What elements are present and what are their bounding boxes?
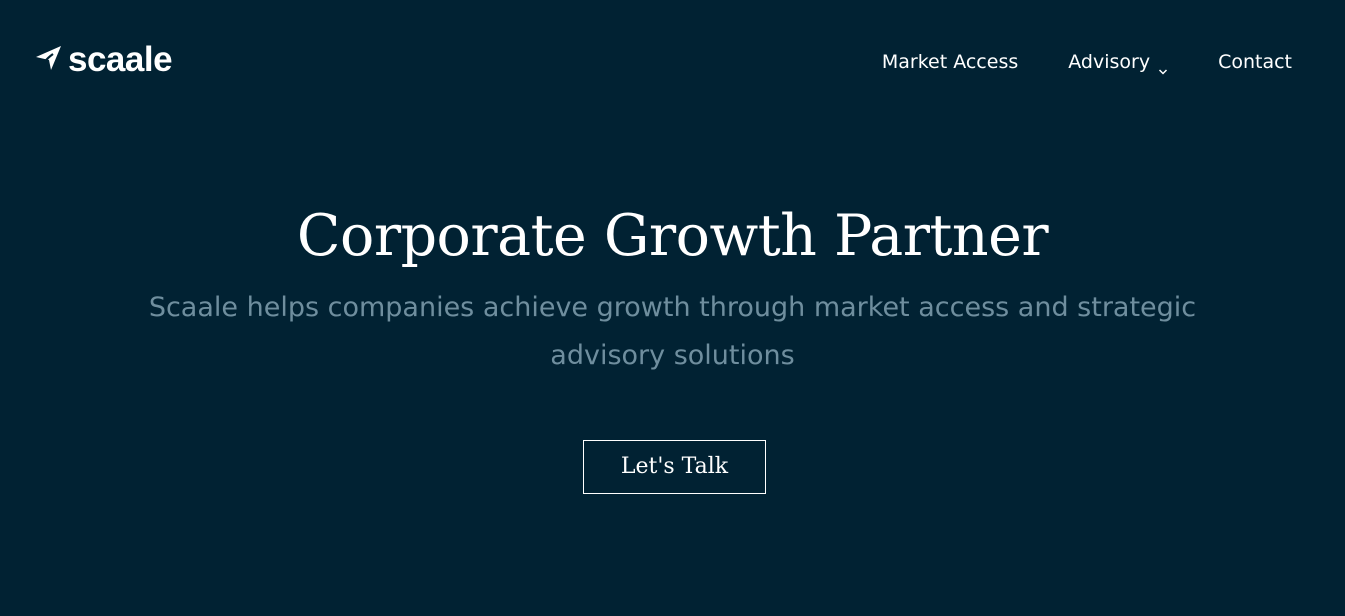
hero-section: Corporate Growth Partner Scaale helps co… <box>0 190 1345 380</box>
lets-talk-button[interactable]: Let's Talk <box>583 440 766 494</box>
brand-logo[interactable]: scaale <box>34 40 173 80</box>
brand-name: scaale <box>68 40 173 79</box>
hero-subtitle: Scaale helps companies achieve growth th… <box>148 292 1197 371</box>
nav-item-label: Market Access <box>881 51 1019 73</box>
nav-item-label: Advisory <box>1068 51 1151 73</box>
hero-title: Corporate Growth Partner <box>296 203 1049 269</box>
chevron-down-icon <box>1158 59 1168 75</box>
nav-item-label: Contact <box>1218 51 1292 73</box>
nav-item-market-access[interactable]: Market Access <box>882 50 1018 74</box>
site-header: scaale Market Access Advisory Contact <box>0 0 1345 120</box>
nav-item-advisory[interactable]: Advisory <box>1068 50 1168 75</box>
paper-plane-swoosh-icon <box>34 43 64 73</box>
main-nav: Market Access Advisory Contact <box>882 50 1292 75</box>
nav-item-contact[interactable]: Contact <box>1218 50 1292 74</box>
